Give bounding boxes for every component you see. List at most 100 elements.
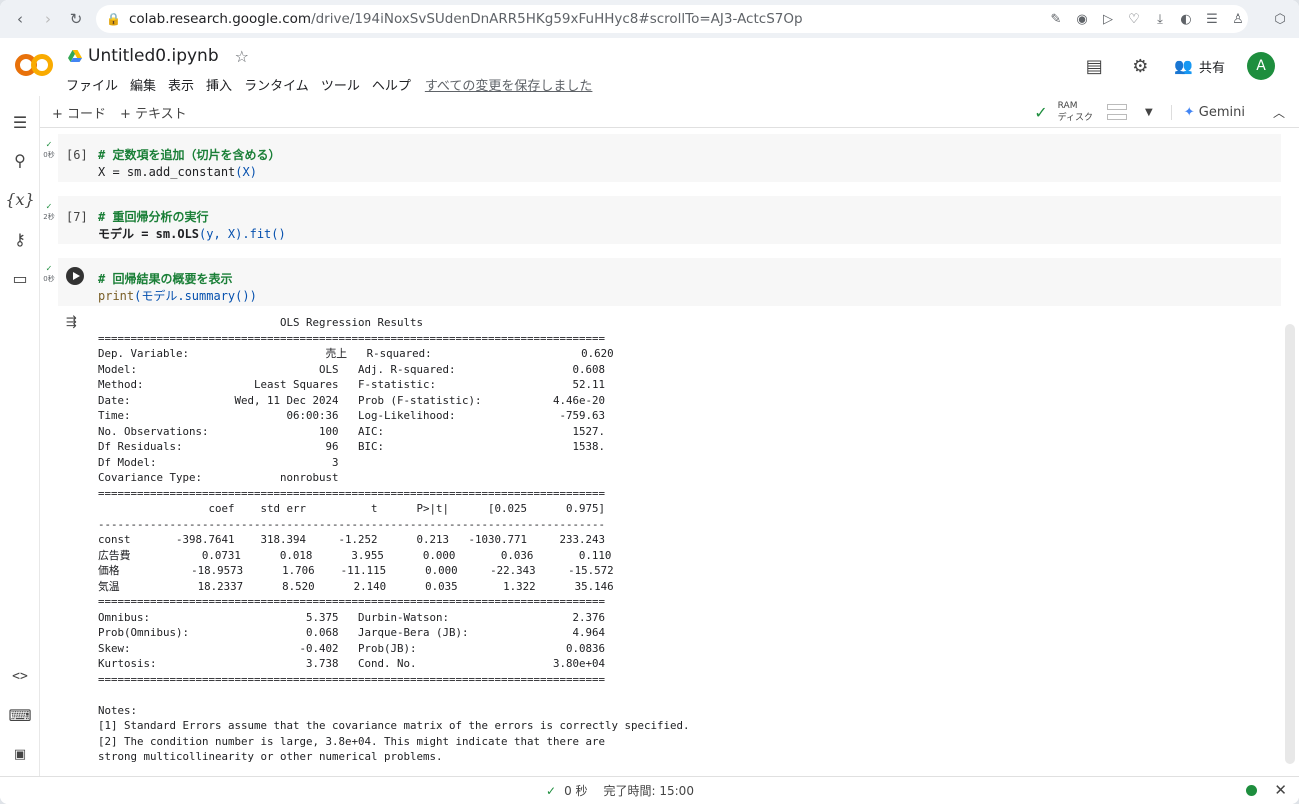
comment-icon[interactable]: ▤ xyxy=(1082,54,1106,78)
status-time: 0 秒 xyxy=(564,784,588,798)
ram-bar xyxy=(1107,104,1128,110)
code-snippets-icon[interactable]: <> xyxy=(8,664,32,688)
cell-exec-time: 0秒 xyxy=(43,275,55,283)
cell-code[interactable]: # 定数項を追加（切片を含める） X = sm.add_constant(X) xyxy=(98,147,280,181)
output-actions-icon[interactable]: ⇶ xyxy=(66,315,77,330)
camera-icon[interactable]: ◉ xyxy=(1071,8,1093,30)
cell-check-icon: ✓ xyxy=(45,264,53,273)
add-code-button[interactable]: + コード xyxy=(52,103,106,122)
cell-status: ✓ 0秒 xyxy=(40,264,58,284)
menu-view[interactable]: 表示 xyxy=(168,75,194,94)
code-text: X = sm.add_constant xyxy=(98,165,236,179)
cell-code[interactable]: # 重回帰分析の実行 モデル = sm.OLS(y, X).fit() xyxy=(98,209,286,243)
colab-logo-icon[interactable] xyxy=(14,52,54,78)
profile-icon[interactable]: ♙ xyxy=(1227,8,1249,30)
terminal-icon[interactable]: ▣ xyxy=(8,742,32,766)
code-comment: # 重回帰分析の実行 xyxy=(98,210,209,224)
variables-icon[interactable]: {x} xyxy=(5,187,34,211)
back-icon[interactable]: ‹ xyxy=(6,5,34,33)
extensions-icon[interactable]: ⬡ xyxy=(1269,8,1291,30)
share-label: 共有 xyxy=(1198,60,1225,76)
left-sidebar: ☰ ⚲ {x} ⚷ ▭ <> ⌨ ▣ xyxy=(0,96,40,776)
notebook-filename[interactable]: Untitled0.ipynb xyxy=(88,46,219,66)
chevron-up-icon[interactable]: ︿ xyxy=(1273,104,1285,121)
star-icon[interactable]: ☆ xyxy=(235,47,249,66)
address-bar-icons: ✎ ◉ ▷ ♡ ⤓ ◐ ☰ ♙ xyxy=(1045,5,1249,33)
code-args: (y, X).fit() xyxy=(199,227,286,241)
notebook-toolbar: + コード + テキスト ✓ RAM ディスク ▼ ✦ Gemini ︿ xyxy=(40,96,1299,128)
cell-check-icon: ✓ xyxy=(45,202,53,211)
cell-code[interactable]: # 回帰結果の概要を表示 print(モデル.summary()) xyxy=(98,271,257,305)
disk-bar xyxy=(1107,114,1128,120)
cell-status: ✓ 2秒 xyxy=(40,202,58,222)
cell-exec-count: [7] xyxy=(66,210,88,224)
cell-status: ✓ 0秒 xyxy=(40,140,58,160)
table-of-contents-icon[interactable]: ☰ xyxy=(8,110,32,134)
notebook-content: ✓ 0秒 [6] # 定数項を追加（切片を含める） X = sm.add_con… xyxy=(40,128,1299,776)
colab-window: ‹ › ↻ 🔒 colab.research.google.com /drive… xyxy=(0,0,1299,804)
menu-help[interactable]: ヘルプ xyxy=(372,75,411,94)
url-path: /drive/194iNoxSvSUdenDnARR5HKg59xFuHHyc8… xyxy=(311,11,803,27)
saved-status-link[interactable]: すべての変更を保存しました xyxy=(425,75,593,94)
header-actions: ▤ ⚙ 👥 共有 A xyxy=(1082,52,1275,80)
avatar[interactable]: A xyxy=(1247,52,1275,80)
browser-toolbar: ‹ › ↻ 🔒 colab.research.google.com /drive… xyxy=(0,0,1299,38)
status-check-icon: ✓ xyxy=(546,783,557,798)
search-icon[interactable]: ⚲ xyxy=(8,148,32,172)
edit-icon[interactable]: ✎ xyxy=(1045,8,1067,30)
code-text: print xyxy=(98,289,135,303)
cell-exec-time: 2秒 xyxy=(43,213,55,221)
code-cell[interactable]: [7] # 重回帰分析の実行 モデル = sm.OLS(y, X).fit() xyxy=(58,196,1281,244)
menu-file[interactable]: ファイル xyxy=(66,75,118,94)
chevron-down-icon[interactable]: ▼ xyxy=(1145,107,1153,118)
cell-exec-count: [6] xyxy=(66,148,88,162)
colab-header: Untitled0.ipynb ☆ ファイル 編集 表示 挿入 ランタイム ツー… xyxy=(0,38,1299,96)
code-comment: # 定数項を追加（切片を含める） xyxy=(98,148,281,162)
runtime-status: ✓ RAM ディスク ▼ ✦ Gemini ︿ xyxy=(1034,96,1285,128)
code-text: モデル = sm.OLS xyxy=(98,227,200,241)
heart-icon[interactable]: ♡ xyxy=(1123,8,1145,30)
connected-check-icon: ✓ xyxy=(1034,102,1048,122)
command-palette-icon[interactable]: ⌨ xyxy=(8,703,32,727)
folder-icon[interactable]: ▭ xyxy=(8,266,32,290)
close-icon[interactable]: ✕ xyxy=(1274,781,1287,799)
contrast-icon[interactable]: ◐ xyxy=(1175,8,1197,30)
play-icon[interactable]: ▷ xyxy=(1097,8,1119,30)
key-icon[interactable]: ⚷ xyxy=(8,227,32,251)
cell-exec-time: 0秒 xyxy=(43,151,55,159)
menu-runtime[interactable]: ランタイム xyxy=(244,75,309,94)
resource-bars xyxy=(1107,104,1128,120)
people-icon: 👥 xyxy=(1174,57,1193,75)
forward-icon[interactable]: › xyxy=(34,5,62,33)
notebook-title-area: Untitled0.ipynb ☆ xyxy=(68,46,249,66)
code-args: (X) xyxy=(235,165,257,179)
download-icon[interactable]: ⤓ xyxy=(1149,8,1171,30)
ram-label: RAM xyxy=(1057,101,1078,111)
menu-insert[interactable]: 挿入 xyxy=(206,75,232,94)
gemini-icon: ✦ xyxy=(1183,104,1195,120)
share-button[interactable]: 👥 共有 xyxy=(1174,57,1225,76)
run-cell-icon[interactable] xyxy=(66,267,84,285)
gemini-button[interactable]: ✦ Gemini xyxy=(1170,104,1245,120)
gemini-label: Gemini xyxy=(1198,104,1245,120)
reload-icon[interactable]: ↻ xyxy=(62,5,90,33)
url-host: colab.research.google.com xyxy=(128,11,312,27)
status-bar: ✓ 0 秒 完了時間: 15:00 ✕ xyxy=(0,776,1299,804)
gear-icon[interactable]: ⚙ xyxy=(1128,54,1152,78)
lock-icon: 🔒 xyxy=(106,12,121,26)
execution-status[interactable]: ✓ 0 秒 完了時間: 15:00 xyxy=(546,782,694,799)
menu-bar: ファイル 編集 表示 挿入 ランタイム ツール ヘルプ すべての変更を保存しまし… xyxy=(66,75,592,94)
add-text-button[interactable]: + テキスト xyxy=(120,103,187,122)
output-scrollbar[interactable] xyxy=(1285,324,1295,764)
menu-tools[interactable]: ツール xyxy=(321,75,360,94)
resource-meter[interactable]: RAM ディスク xyxy=(1058,100,1093,124)
tabs-list-icon[interactable]: ☰ xyxy=(1201,8,1223,30)
connection-status-icon xyxy=(1246,785,1257,796)
disk-label: ディスク xyxy=(1057,113,1094,123)
code-cell-active[interactable]: # 回帰結果の概要を表示 print(モデル.summary()) xyxy=(58,258,1281,306)
menu-edit[interactable]: 編集 xyxy=(130,75,156,94)
code-args: (モデル.summary()) xyxy=(134,289,257,303)
code-comment: # 回帰結果の概要を表示 xyxy=(98,272,233,286)
code-cell[interactable]: [6] # 定数項を追加（切片を含める） X = sm.add_constant… xyxy=(58,134,1281,182)
cell-check-icon: ✓ xyxy=(45,140,53,149)
